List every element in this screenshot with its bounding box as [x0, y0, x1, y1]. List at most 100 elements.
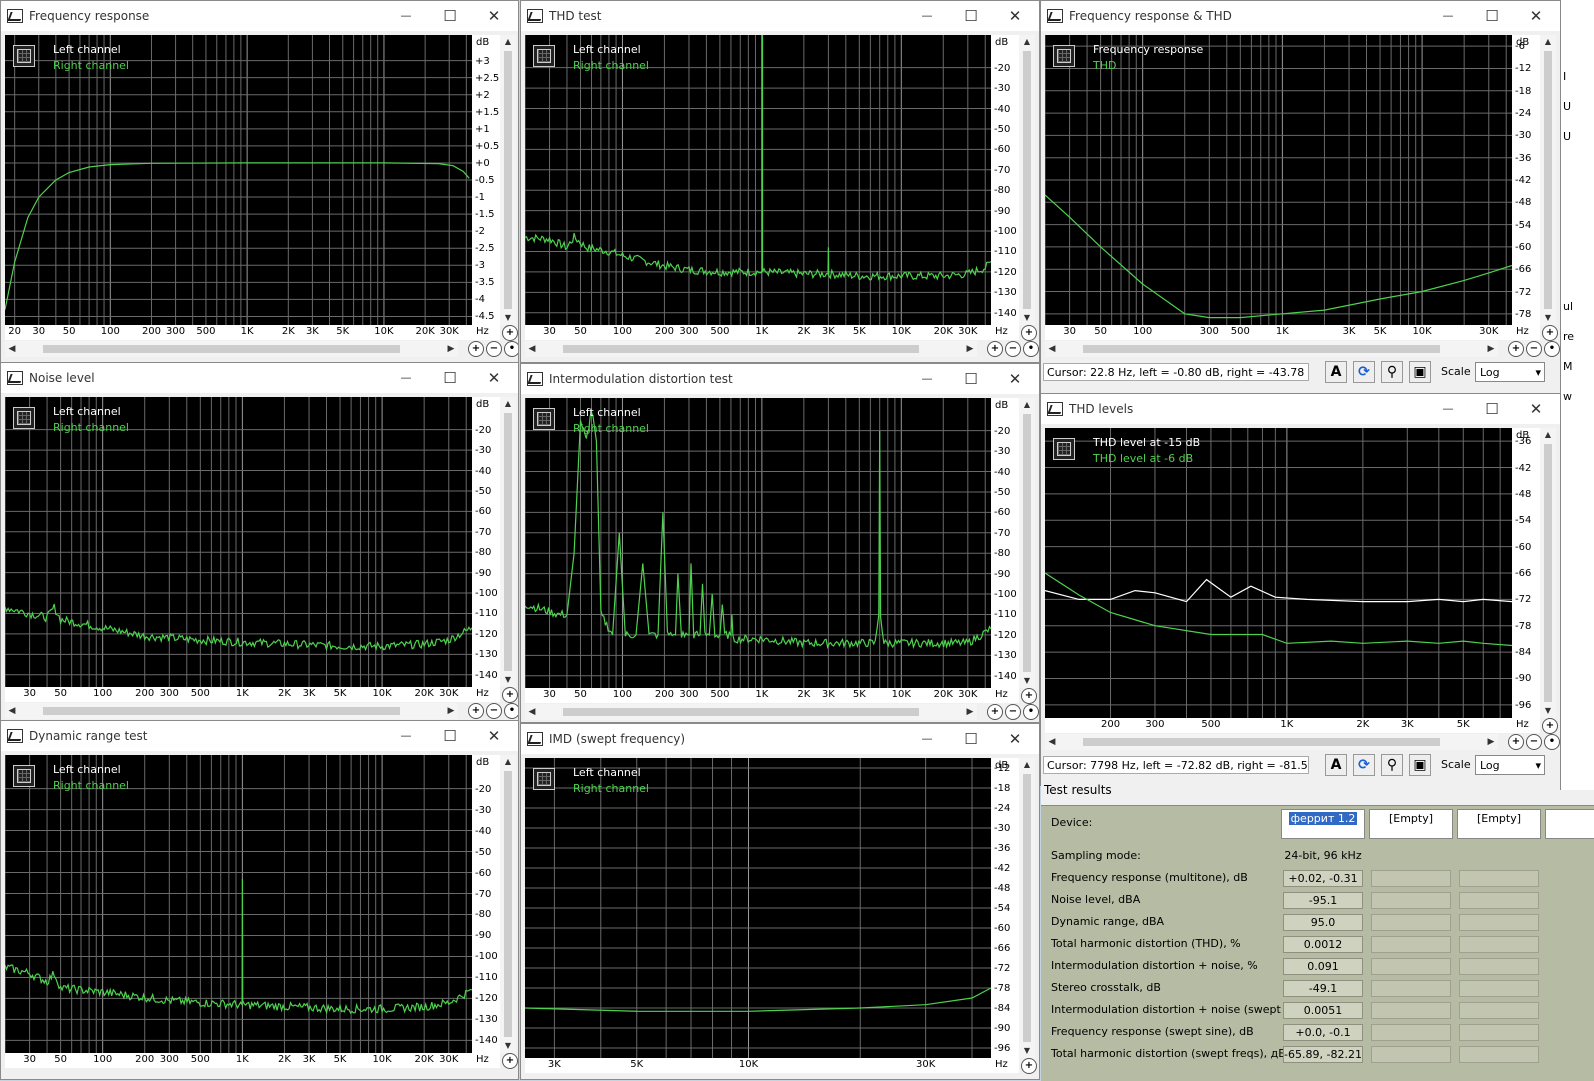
- scroll-thumb[interactable]: [43, 345, 400, 353]
- zoom-out-icon[interactable]: −: [1526, 341, 1542, 357]
- maximize-icon[interactable]: ☐: [1480, 5, 1504, 27]
- scroll-right-icon[interactable]: ▶: [1484, 341, 1498, 357]
- vertical-scrollbar[interactable]: ▲ ▼: [500, 35, 516, 325]
- scroll-thumb[interactable]: [1023, 774, 1031, 1042]
- maximize-icon[interactable]: ☐: [438, 5, 462, 27]
- horizontal-scrollbar[interactable]: ◀ ▶: [525, 341, 977, 357]
- zoom-in-icon[interactable]: +: [1508, 734, 1524, 750]
- scroll-down-icon[interactable]: ▼: [1540, 311, 1556, 325]
- scroll-thumb[interactable]: [504, 51, 512, 309]
- close-icon[interactable]: ✕: [1003, 5, 1027, 27]
- scroll-thumb[interactable]: [1023, 414, 1031, 672]
- scroll-up-icon[interactable]: ▲: [1540, 35, 1556, 49]
- horizontal-scrollbar[interactable]: ◀ ▶: [525, 704, 977, 720]
- refresh-icon[interactable]: ⟳: [1353, 754, 1375, 776]
- close-icon[interactable]: ✕: [482, 725, 506, 747]
- close-icon[interactable]: ✕: [1524, 398, 1548, 420]
- zoom-out-icon[interactable]: −: [1526, 734, 1542, 750]
- vertical-scrollbar[interactable]: ▲ ▼: [500, 755, 516, 1053]
- zoom-in-icon[interactable]: +: [1508, 341, 1524, 357]
- zoom-reset-icon[interactable]: •: [1023, 704, 1039, 720]
- vertical-scrollbar[interactable]: ▲ ▼: [500, 397, 516, 687]
- maximize-icon[interactable]: ☐: [959, 728, 983, 750]
- scroll-thumb[interactable]: [43, 707, 400, 715]
- device-column-1[interactable]: феррит 1.2: [1281, 809, 1365, 839]
- scale-select[interactable]: Log: [1475, 755, 1545, 776]
- maximize-icon[interactable]: ☐: [959, 368, 983, 390]
- graph-settings-icon[interactable]: [1053, 45, 1075, 67]
- zoom-in-icon[interactable]: +: [1542, 325, 1558, 341]
- scroll-up-icon[interactable]: ▲: [500, 755, 516, 769]
- zoom-out-icon[interactable]: −: [1005, 704, 1021, 720]
- zoom-in-icon[interactable]: +: [1021, 325, 1037, 341]
- scroll-down-icon[interactable]: ▼: [1540, 704, 1556, 718]
- scroll-right-icon[interactable]: ▶: [963, 704, 977, 720]
- graph-settings-icon[interactable]: [13, 407, 35, 429]
- horizontal-scrollbar[interactable]: ◀ ▶: [1045, 734, 1498, 750]
- vertical-scrollbar[interactable]: ▲ ▼: [1540, 428, 1556, 718]
- scroll-up-icon[interactable]: ▲: [500, 35, 516, 49]
- horizontal-scrollbar[interactable]: ◀ ▶: [5, 341, 458, 357]
- maximize-icon[interactable]: ☐: [959, 5, 983, 27]
- scroll-up-icon[interactable]: ▲: [1019, 758, 1035, 772]
- scroll-down-icon[interactable]: ▼: [500, 673, 516, 687]
- save-icon[interactable]: ▣: [1409, 361, 1431, 383]
- font-icon[interactable]: A: [1325, 361, 1347, 383]
- close-icon[interactable]: ✕: [1003, 728, 1027, 750]
- scroll-thumb[interactable]: [1544, 51, 1552, 309]
- device-column-2[interactable]: [Empty]: [1369, 809, 1453, 839]
- scroll-right-icon[interactable]: ▶: [444, 341, 458, 357]
- zoom-in-icon[interactable]: +: [987, 704, 1003, 720]
- scroll-thumb[interactable]: [1544, 444, 1552, 702]
- scroll-left-icon[interactable]: ◀: [5, 341, 19, 357]
- minimize-icon[interactable]: —: [394, 5, 418, 27]
- zoom-in-icon[interactable]: +: [502, 687, 518, 703]
- device-column-4[interactable]: [1545, 809, 1594, 839]
- magnifier-icon[interactable]: ⚲: [1381, 361, 1403, 383]
- scroll-down-icon[interactable]: ▼: [1019, 1044, 1035, 1058]
- scroll-thumb[interactable]: [563, 708, 919, 716]
- zoom-in-icon[interactable]: +: [502, 1053, 518, 1069]
- scroll-up-icon[interactable]: ▲: [1019, 35, 1035, 49]
- scroll-left-icon[interactable]: ◀: [1045, 341, 1059, 357]
- scroll-down-icon[interactable]: ▼: [500, 1039, 516, 1053]
- scroll-left-icon[interactable]: ◀: [5, 703, 19, 719]
- scroll-left-icon[interactable]: ◀: [525, 341, 539, 357]
- zoom-reset-icon[interactable]: •: [504, 341, 518, 357]
- scroll-down-icon[interactable]: ▼: [1019, 311, 1035, 325]
- close-icon[interactable]: ✕: [1524, 5, 1548, 27]
- scroll-thumb[interactable]: [504, 413, 512, 671]
- vertical-scrollbar[interactable]: ▲ ▼: [1019, 398, 1035, 688]
- graph-settings-icon[interactable]: [533, 768, 555, 790]
- zoom-in-icon[interactable]: +: [502, 325, 518, 341]
- minimize-icon[interactable]: —: [915, 5, 939, 27]
- refresh-icon[interactable]: ⟳: [1353, 361, 1375, 383]
- vertical-scrollbar[interactable]: ▲ ▼: [1540, 35, 1556, 325]
- graph-settings-icon[interactable]: [533, 408, 555, 430]
- zoom-in-icon[interactable]: +: [468, 703, 484, 719]
- save-icon[interactable]: ▣: [1409, 754, 1431, 776]
- horizontal-scrollbar[interactable]: ◀ ▶: [5, 703, 458, 719]
- zoom-in-icon[interactable]: +: [1021, 688, 1037, 704]
- zoom-reset-icon[interactable]: •: [1023, 341, 1039, 357]
- zoom-reset-icon[interactable]: •: [504, 703, 518, 719]
- vertical-scrollbar[interactable]: ▲ ▼: [1019, 758, 1035, 1058]
- scroll-right-icon[interactable]: ▶: [1484, 734, 1498, 750]
- scroll-right-icon[interactable]: ▶: [963, 341, 977, 357]
- zoom-reset-icon[interactable]: •: [1544, 734, 1560, 750]
- minimize-icon[interactable]: —: [394, 725, 418, 747]
- zoom-in-icon[interactable]: +: [468, 341, 484, 357]
- minimize-icon[interactable]: —: [1436, 5, 1460, 27]
- maximize-icon[interactable]: ☐: [1480, 398, 1504, 420]
- graph-settings-icon[interactable]: [13, 765, 35, 787]
- maximize-icon[interactable]: ☐: [438, 725, 462, 747]
- scroll-down-icon[interactable]: ▼: [1019, 674, 1035, 688]
- zoom-out-icon[interactable]: −: [486, 341, 502, 357]
- scroll-thumb[interactable]: [1083, 738, 1440, 746]
- scroll-right-icon[interactable]: ▶: [444, 703, 458, 719]
- scroll-up-icon[interactable]: ▲: [500, 397, 516, 411]
- scroll-thumb[interactable]: [1023, 51, 1031, 309]
- scroll-left-icon[interactable]: ◀: [525, 704, 539, 720]
- scroll-thumb[interactable]: [563, 345, 919, 353]
- graph-settings-icon[interactable]: [1053, 438, 1075, 460]
